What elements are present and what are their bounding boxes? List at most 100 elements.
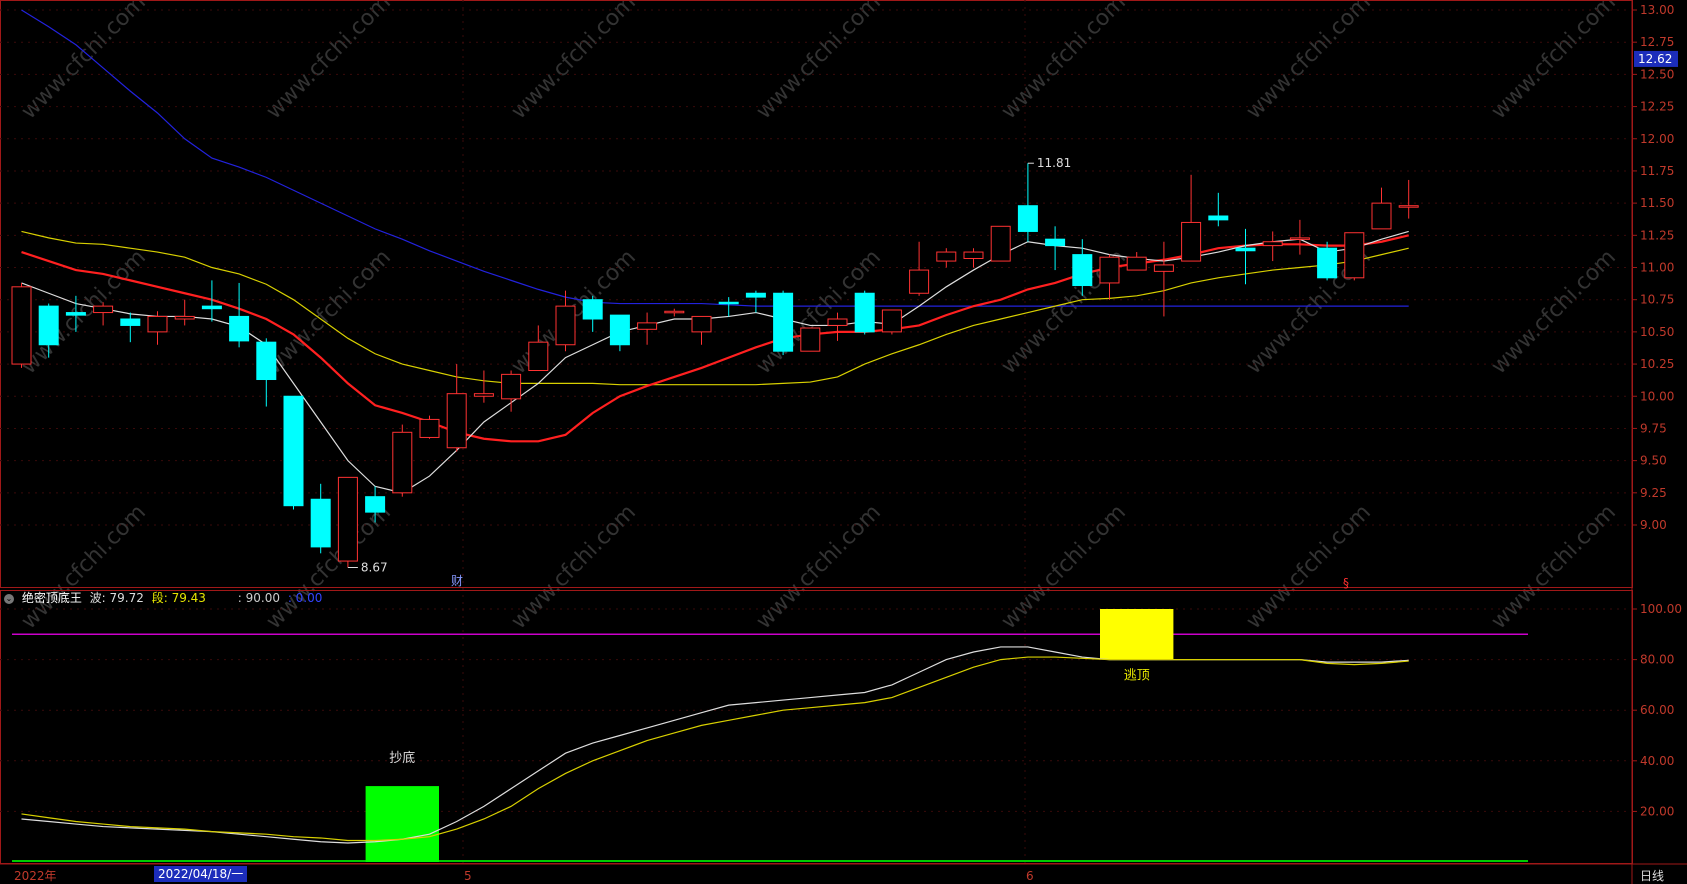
indicator-legend: ⌄ 绝密顶底王 波: 79.72 段: 79.43 : 90.00 : 0.00 xyxy=(4,589,326,606)
candle-body xyxy=(93,305,114,314)
candle xyxy=(800,327,821,352)
candle xyxy=(1262,231,1283,262)
candle-body xyxy=(337,476,358,562)
watermark: www.cfchi.com xyxy=(262,0,396,124)
candle-body xyxy=(637,322,658,330)
sell-signal-block xyxy=(1100,609,1174,660)
price-tick-label: 12.75 xyxy=(1640,35,1674,49)
watermark: www.cfchi.com xyxy=(17,0,151,124)
grid-lines: 56 xyxy=(0,0,1687,884)
watermark: www.cfchi.com xyxy=(997,0,1131,124)
candle xyxy=(745,290,766,313)
candle-body xyxy=(1099,256,1120,284)
candle-body xyxy=(1371,202,1392,230)
candle xyxy=(637,312,658,345)
candle-body xyxy=(1153,264,1174,272)
high-label: 11.81 xyxy=(1037,156,1071,170)
price-tick-label: 9.75 xyxy=(1640,421,1667,435)
price-tick-label: 10.25 xyxy=(1640,357,1674,371)
price-axes: 13.00 12.75 12.50 12.25 12.00 11.75 11.50 11.25… xyxy=(1632,3,1682,818)
candle-body xyxy=(174,315,195,320)
price-tick-label: 11.25 xyxy=(1640,228,1674,242)
candle xyxy=(11,282,32,368)
indicator-tick-label: 20.00 xyxy=(1640,804,1674,818)
finance-event-marker: 财 xyxy=(451,574,463,588)
candle-body xyxy=(1235,247,1256,252)
watermark: www.cfchi.com xyxy=(752,500,886,634)
candle xyxy=(1289,219,1310,255)
candle-body xyxy=(11,286,32,365)
candle-body xyxy=(582,299,603,320)
watermark: www.cfchi.com xyxy=(507,500,641,634)
level-value: : 90.00 xyxy=(237,591,280,605)
candle xyxy=(1017,163,1038,242)
price-tick-label: 13.00 xyxy=(1640,3,1674,17)
price-panel-frame xyxy=(0,0,1633,588)
indicator-panel-frame xyxy=(0,590,1633,864)
candle xyxy=(229,282,250,348)
indicator-panel[interactable]: 抄底 逃顶 xyxy=(12,609,1528,862)
candle xyxy=(446,364,467,452)
price-tick-label: 10.00 xyxy=(1640,389,1674,403)
candle-body xyxy=(283,395,304,507)
period-label[interactable]: 日线 xyxy=(1640,867,1664,884)
ma-blue-line xyxy=(21,9,1409,307)
watermark: www.cfchi.com xyxy=(752,0,886,124)
candle-body xyxy=(256,341,277,381)
current-price-label: 12.62 xyxy=(1638,52,1672,66)
candle-body xyxy=(800,327,821,352)
watermark: www.cfchi.com xyxy=(1242,0,1376,124)
candle-body xyxy=(1317,247,1338,279)
candle-body xyxy=(664,310,685,314)
stock-chart[interactable]: www.cfchi.com www.cfchi.com www.cfchi.com w… xyxy=(0,0,1687,884)
watermark: www.cfchi.com xyxy=(17,500,151,634)
month-label: 5 xyxy=(464,869,472,883)
indicator-tick-label: 100.00 xyxy=(1640,602,1682,616)
candle xyxy=(1126,252,1147,271)
candlestick-series[interactable] xyxy=(11,163,1419,568)
candle-body xyxy=(936,251,957,262)
candle xyxy=(1045,226,1066,271)
candle-body xyxy=(1126,256,1147,271)
candle-body xyxy=(120,318,141,326)
candle-body xyxy=(65,312,86,316)
candle-body xyxy=(1045,238,1066,247)
candle xyxy=(609,314,630,352)
candle xyxy=(283,395,304,510)
price-tick-label: 12.50 xyxy=(1640,67,1674,81)
candle xyxy=(310,483,331,554)
candle-body xyxy=(854,292,875,333)
candle-body xyxy=(1344,232,1365,279)
price-tick-label: 11.00 xyxy=(1640,261,1674,275)
candle-body xyxy=(909,269,930,294)
candle-body xyxy=(365,496,386,513)
candle xyxy=(147,311,168,345)
cursor-date: 2022/04/18/一 xyxy=(154,866,248,882)
candle-body xyxy=(963,251,984,259)
candle-body xyxy=(773,292,794,352)
candle xyxy=(120,312,141,343)
candle-body xyxy=(201,305,222,310)
candle-body xyxy=(990,225,1011,262)
candle-body xyxy=(1398,205,1419,208)
candle-body xyxy=(528,341,549,371)
candle-body xyxy=(147,315,168,333)
watermark-layer: www.cfchi.com www.cfchi.com www.cfchi.com w… xyxy=(17,0,1621,634)
candle xyxy=(990,225,1011,262)
candle-body xyxy=(827,318,848,326)
candle xyxy=(1235,228,1256,285)
candle xyxy=(691,315,712,345)
candle-body xyxy=(1181,221,1202,262)
candle xyxy=(909,241,930,296)
wave-line xyxy=(21,646,1409,844)
price-tick-label: 10.75 xyxy=(1640,293,1674,307)
candle xyxy=(1398,179,1419,219)
indicator-collapse-icon[interactable]: ⌄ xyxy=(4,593,14,604)
candle-body xyxy=(1262,241,1283,247)
candle xyxy=(1208,192,1229,227)
candle xyxy=(936,248,957,268)
candle xyxy=(174,299,195,326)
indicator-name[interactable]: 绝密顶底王 xyxy=(22,591,82,605)
candle-body xyxy=(1072,254,1093,287)
low-label: 8.67 xyxy=(361,560,388,574)
